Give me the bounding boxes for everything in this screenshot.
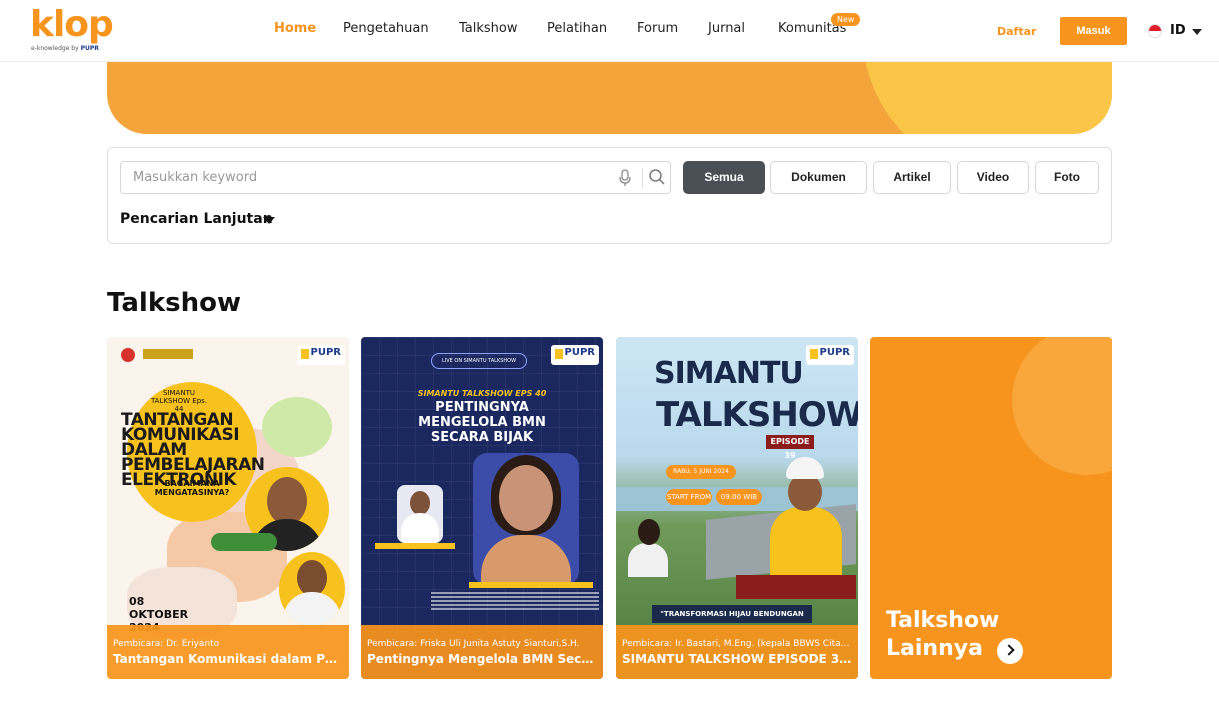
search-panel: Semua Dokumen Artikel Video Foto Pencari… [107,147,1112,244]
filter-artikel[interactable]: Artikel [873,161,951,194]
card-decoration [1012,337,1112,475]
card-title: Tantangan Komunikasi dalam Pembelajaran … [113,652,343,666]
nav-talkshow[interactable]: Talkshow [459,21,518,36]
nav-jurnal[interactable]: Jurnal [708,21,745,36]
indonesia-flag-icon [1148,24,1162,38]
advanced-search-toggle[interactable]: Pencarian Lanjutan [120,211,273,227]
speaker-photo [766,457,846,587]
search-divider [642,168,643,188]
search-box [120,161,671,194]
talkshow-card[interactable]: PUPR SIMANTU TALKSHOW EPISODE 39 RABU, 5… [616,337,858,679]
logo-text: klop [30,4,114,45]
top-navbar: klop e-knowledge by PUPR Home Pengetahua… [0,0,1219,62]
language-label: ID [1170,23,1186,38]
poster-headline: SIMANTU [654,356,804,391]
talkshow-card[interactable]: PUPR SIMANTU TALKSHOW Eps. 44 TANTANGAN … [107,337,349,679]
poster-date: RABU, 5 JUNI 2024 [666,465,736,479]
card-speaker: Pembicara: Ir. Bastari, M.Eng. (kepala B… [622,639,852,649]
login-button[interactable]: Masuk [1060,17,1127,45]
filter-foto[interactable]: Foto [1035,161,1099,194]
filter-dokumen[interactable]: Dokumen [770,161,867,194]
more-talkshow-label: Talkshow Lainnya [886,608,1000,661]
card-speaker: Pembicara: Friska Uli Junita Astuty Sian… [367,639,580,649]
poster-episode: SIMANTU TALKSHOW EPS 40 [417,389,547,398]
poster-time: 09:00 WIB [716,489,762,505]
caret-down-icon[interactable] [263,217,275,224]
poster-quote: "TRANSFORMASI HIJAU BENDUNGAN [652,605,812,623]
site-logo[interactable]: klop e-knowledge by PUPR [30,4,130,54]
chevron-down-icon [1192,29,1202,35]
microphone-icon[interactable] [618,169,632,187]
speaker-photo [279,552,345,626]
card-caption: Pembicara: Friska Uli Junita Astuty Sian… [361,625,603,679]
card-title: SIMANTU TALKSHOW EPISODE 39 TRANSFORMASI… [622,652,852,666]
poster-episode: EPISODE 39 [766,435,814,460]
poster-headline: PENTINGNYA MENGELOLA BMN SECARA BIJAK [418,400,546,445]
arrow-right-icon[interactable] [997,638,1023,664]
pupr-logo: PUPR [551,345,599,365]
poster-question: BAGAIMANA MENGATASINYA? [154,479,230,497]
poster-headline: TANTANGAN KOMUNIKASI DALAM PEMBELAJARAN … [121,410,265,490]
nav-home[interactable]: Home [274,21,316,36]
speaker-photo [473,453,579,585]
poster-headline: TALKSHOW [656,395,858,435]
card-title: Pentingnya Mengelola BMN Secara Bijak [367,652,597,666]
poster-logos [121,347,201,363]
card-caption: Pembicara: Dr. Eriyanto Tantangan Komuni… [107,625,349,679]
nav-pengetahuan[interactable]: Pengetahuan [343,21,429,36]
language-selector[interactable]: ID [1148,22,1208,40]
pupr-logo: PUPR [297,345,345,365]
new-badge: New [831,13,861,26]
nav-forum[interactable]: Forum [637,21,678,36]
nav-pelatihan[interactable]: Pelatihan [547,21,607,36]
filter-semua[interactable]: Semua [683,161,765,194]
more-talkshow-card[interactable]: Talkshow Lainnya [870,337,1112,679]
host-photo [397,485,443,543]
card-speaker: Pembicara: Dr. Eriyanto [113,639,220,649]
pupr-logo: PUPR [806,345,854,365]
host-photo [626,519,670,577]
page: klop e-knowledge by PUPR Home Pengetahua… [0,0,1219,703]
filter-video[interactable]: Video [957,161,1029,194]
talkshow-card[interactable]: PUPR LIVE ON SIMANTU TALKSHOW SIMANTU TA… [361,337,603,679]
logo-tagline: e-knowledge by PUPR [31,45,99,52]
search-input[interactable] [133,162,603,193]
card-caption: Pembicara: Ir. Bastari, M.Eng. (kepala B… [616,625,858,679]
poster-start: START FROM [666,489,712,505]
search-icon[interactable] [648,168,666,186]
section-title: Talkshow [107,288,241,318]
register-link[interactable]: Daftar [997,25,1036,38]
poster-live-tag: LIVE ON SIMANTU TALKSHOW [431,353,527,369]
